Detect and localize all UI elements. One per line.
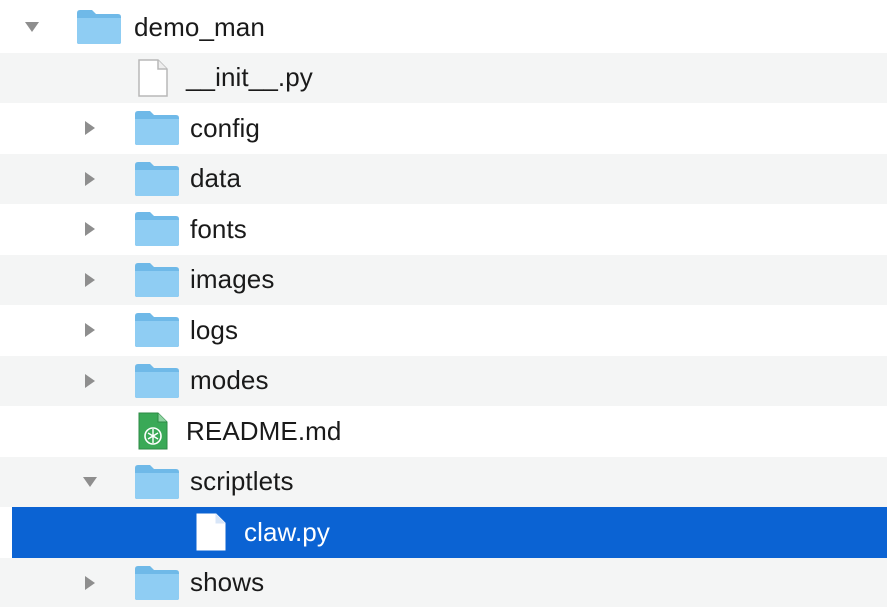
tree-row-logs[interactable]: logs [0, 305, 887, 356]
tree-row-claw-py[interactable]: claw.py [12, 507, 887, 558]
tree-row-label: images [190, 264, 275, 295]
tree-row-label: scriptlets [190, 466, 294, 497]
tree-row-label: data [190, 163, 242, 194]
chevron-right-icon[interactable] [80, 169, 100, 189]
tree-row-label: modes [190, 365, 269, 396]
tree-row-init-py[interactable]: __init__.py [0, 52, 887, 103]
tree-row-label: demo_man [134, 11, 265, 42]
tree-row-data[interactable]: data [0, 153, 887, 204]
tree-row-label: fonts [190, 213, 247, 244]
chevron-right-icon[interactable] [80, 118, 100, 138]
folder-icon [134, 464, 180, 500]
chevron-right-icon[interactable] [80, 371, 100, 391]
folder-icon [134, 211, 180, 247]
tree-row-label: __init__.py [186, 62, 313, 93]
tree-row-label: config [190, 112, 260, 143]
folder-icon [134, 312, 180, 348]
folder-icon [134, 110, 180, 146]
chevron-right-icon[interactable] [80, 270, 100, 290]
tree-row-readme-md[interactable]: README.md [0, 406, 887, 457]
tree-row-label: shows [190, 567, 265, 598]
tree-row-fonts[interactable]: fonts [0, 204, 887, 255]
file-tree: demo_man __init__.py config data fonts i… [0, 0, 887, 607]
tree-row-demo-man[interactable]: demo_man [0, 2, 887, 53]
markdown-file-icon [138, 412, 168, 450]
folder-icon [134, 565, 180, 601]
chevron-right-icon[interactable] [80, 320, 100, 340]
chevron-down-icon[interactable] [22, 17, 42, 37]
python-file-icon [138, 59, 168, 97]
tree-row-shows[interactable]: shows [0, 557, 887, 607]
folder-icon [134, 262, 180, 298]
folder-icon [134, 363, 180, 399]
tree-row-label: logs [190, 314, 239, 345]
chevron-right-icon[interactable] [80, 219, 100, 239]
folder-icon [134, 161, 180, 197]
tree-row-images[interactable]: images [0, 254, 887, 305]
tree-row-config[interactable]: config [0, 103, 887, 154]
python-file-icon [196, 513, 226, 551]
tree-row-label: README.md [186, 415, 342, 446]
folder-icon [76, 9, 122, 45]
chevron-right-icon[interactable] [80, 573, 100, 593]
tree-row-scriptlets[interactable]: scriptlets [0, 456, 887, 507]
chevron-down-icon[interactable] [80, 472, 100, 492]
tree-row-modes[interactable]: modes [0, 355, 887, 406]
tree-row-label: claw.py [244, 516, 330, 547]
